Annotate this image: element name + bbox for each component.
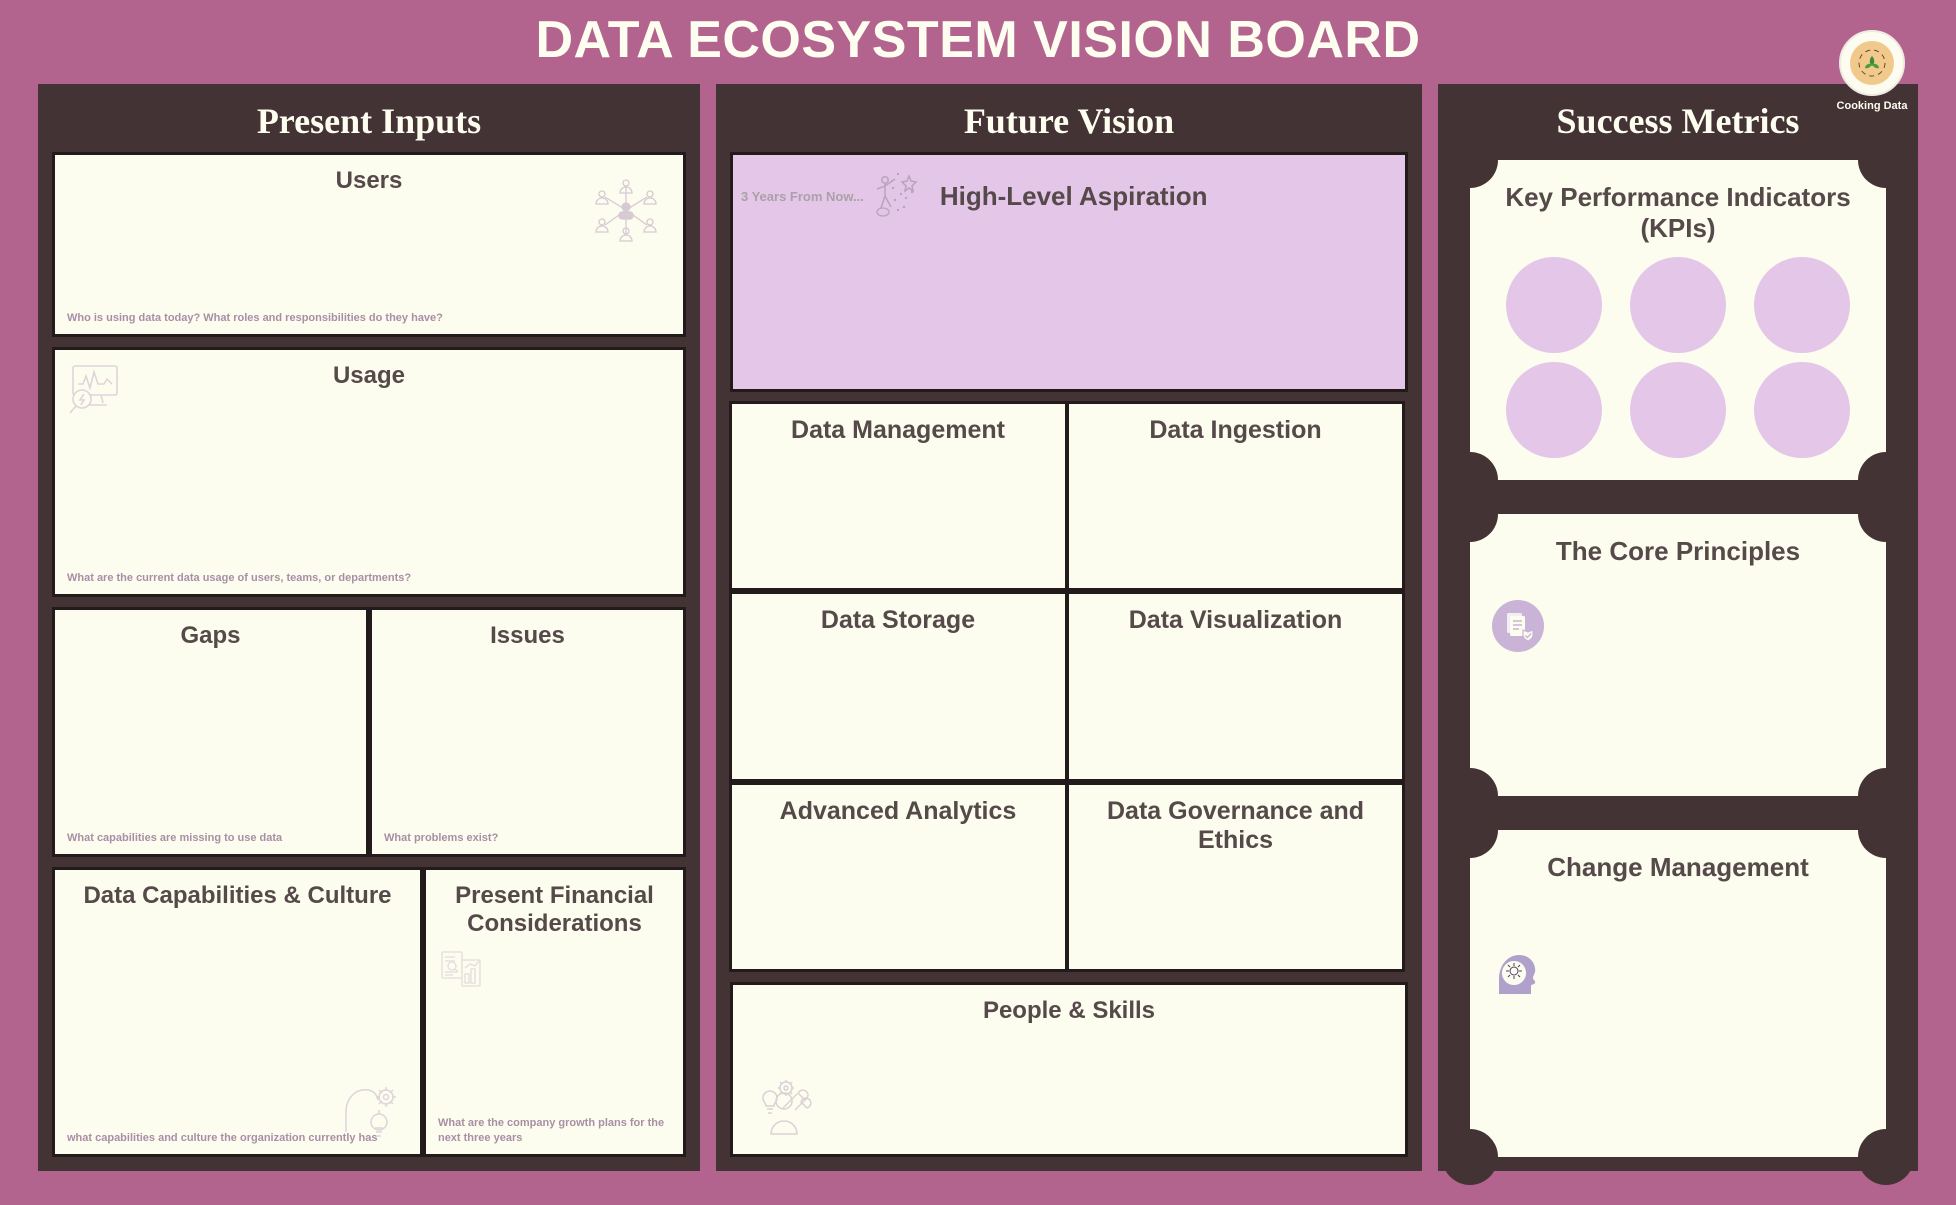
head-gear-icon	[1492, 948, 1544, 1000]
card-change-management[interactable]: Change Management	[1442, 802, 1914, 1185]
monitor-analytics-icon	[65, 358, 127, 420]
card-title-data-capabilities-culture: Data Capabilities & Culture	[83, 882, 392, 909]
card-title-data-ingestion: Data Ingestion	[1149, 415, 1322, 444]
card-data-ingestion[interactable]: Data Ingestion	[1066, 400, 1405, 592]
card-data-capabilities-culture[interactable]: Data Capabilities & Culture what capabil…	[52, 867, 423, 1157]
column-heading-future-vision: Future Vision	[963, 101, 1175, 141]
user-network-icon	[591, 175, 661, 245]
card-title-present-financial-considerations: Present Financial Considerations	[455, 882, 654, 938]
card-key-performance-indicators[interactable]: Key Performance Indicators (KPIs)	[1442, 132, 1914, 508]
card-advanced-analytics[interactable]: Advanced Analytics	[728, 781, 1068, 973]
card-data-visualization[interactable]: Data Visualization	[1066, 591, 1405, 782]
board-columns: Present Inputs Users Who is using data t…	[38, 84, 1918, 1185]
card-hint-gaps: What capabilities are missing to use dat…	[67, 832, 283, 845]
kpi-dot[interactable]	[1630, 361, 1726, 458]
notch-icon	[1442, 132, 1498, 188]
card-title-the-core-principles: The Core Principles	[1555, 536, 1801, 566]
brand-logo[interactable]: Cooking Data	[1824, 30, 1920, 112]
brand-logo-label: Cooking Data	[1836, 100, 1908, 112]
aspiration-eyebrow: 3 Years From Now...	[741, 188, 864, 204]
card-data-governance-and-ethics[interactable]: Data Governance and Ethics	[1066, 781, 1405, 973]
card-high-level-aspiration[interactable]: 3 Years From Now... High-Level Aspiratio…	[730, 152, 1408, 392]
card-issues[interactable]: Issues What problems exist?	[369, 607, 686, 857]
page-title: DATA ECOSYSTEM VISION BOARD	[535, 11, 1421, 69]
card-title-gaps: Gaps	[180, 622, 241, 649]
future-vision-grid: Data Management Data Ingestion Data Stor…	[728, 400, 1408, 974]
document-check-icon	[1492, 600, 1544, 652]
column-heading-present-inputs: Present Inputs	[256, 101, 482, 141]
card-data-management[interactable]: Data Management	[728, 400, 1068, 592]
card-title-data-visualization: Data Visualization	[1128, 606, 1343, 634]
card-people-and-skills[interactable]: People & Skills	[730, 982, 1408, 1157]
kpi-dot[interactable]	[1754, 361, 1850, 458]
financial-report-icon	[440, 948, 484, 992]
card-present-financial-considerations[interactable]: Present Financial Considerations What ar…	[422, 867, 686, 1157]
kpi-dot[interactable]	[1506, 361, 1602, 458]
card-gaps[interactable]: Gaps What capabilities are missing to us…	[52, 607, 369, 857]
plate-herb-icon	[1839, 30, 1905, 96]
kpi-dot-grid	[1470, 244, 1886, 480]
notch-icon	[1442, 486, 1498, 542]
card-hint-users: Who is using data today? What roles and …	[67, 312, 443, 325]
card-title-key-performance-indicators: Key Performance Indicators (KPIs)	[1505, 182, 1851, 244]
column-future-vision: Future Vision 3 Years From Now... High-L…	[716, 84, 1422, 1171]
notch-icon	[1858, 486, 1914, 542]
card-data-storage[interactable]: Data Storage	[728, 591, 1068, 782]
card-title-people-and-skills: People & Skills	[982, 997, 1156, 1024]
card-title-issues: Issues	[490, 622, 565, 649]
person-skills-tools-icon	[753, 1080, 815, 1138]
card-the-core-principles[interactable]: The Core Principles	[1442, 486, 1914, 824]
card-title-data-management: Data Management	[791, 415, 1005, 444]
card-hint-issues: What problems exist?	[384, 832, 499, 845]
row-capabilities-financial: Data Capabilities & Culture what capabil…	[52, 867, 686, 1157]
card-title-change-management: Change Management	[1547, 852, 1809, 882]
kpi-dot[interactable]	[1506, 256, 1602, 353]
card-users[interactable]: Users Who is using data today? What role…	[52, 152, 686, 337]
head-idea-gear-icon	[342, 1082, 400, 1140]
card-title-data-governance-and-ethics: Data Governance and Ethics	[1106, 796, 1365, 855]
card-usage[interactable]: Usage What are the current data usage of…	[52, 347, 686, 597]
notch-icon	[1858, 132, 1914, 188]
aspiration-title: High-Level Aspiration	[939, 180, 1208, 211]
card-title-advanced-analytics: Advanced Analytics	[779, 796, 1017, 825]
notch-icon	[1442, 802, 1498, 858]
card-title-users: Users	[335, 167, 403, 194]
notch-icon	[1858, 1129, 1914, 1185]
column-present-inputs: Present Inputs Users Who is using data t…	[38, 84, 700, 1171]
notch-icon	[1858, 802, 1914, 858]
person-star-dream-icon	[868, 167, 926, 225]
row-gaps-issues: Gaps What capabilities are missing to us…	[52, 607, 686, 857]
column-success-metrics: Success Metrics Key Performance Indicato…	[1438, 84, 1918, 1185]
card-title-usage: Usage	[332, 362, 406, 389]
kpi-dot[interactable]	[1630, 256, 1726, 353]
card-hint-present-financial-considerations: What are the company growth plans for th…	[437, 1117, 665, 1145]
kpi-dot[interactable]	[1754, 256, 1850, 353]
notch-icon	[1442, 1129, 1498, 1185]
card-hint-usage: What are the current data usage of users…	[67, 572, 412, 585]
card-title-data-storage: Data Storage	[820, 606, 976, 634]
